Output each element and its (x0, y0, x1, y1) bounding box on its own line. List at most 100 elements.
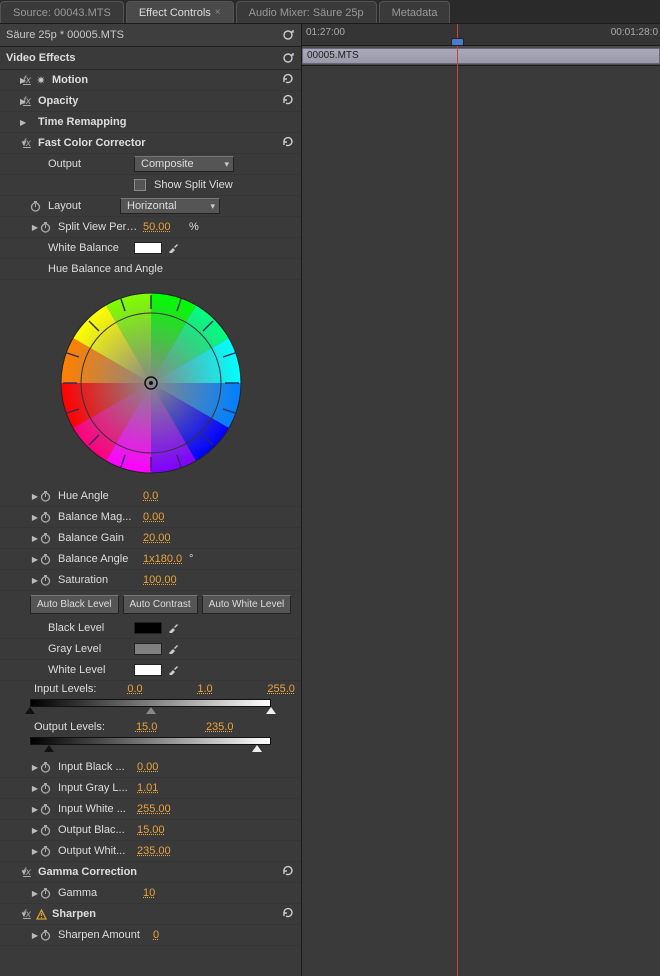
output-levels-slider[interactable] (30, 737, 271, 751)
close-icon[interactable]: × (215, 7, 221, 18)
eyedropper-icon[interactable] (168, 664, 180, 676)
split-pct-value[interactable]: 50.00 (140, 221, 190, 233)
fx-icon[interactable]: fx (20, 75, 34, 86)
stopwatch-icon[interactable] (40, 553, 54, 565)
twirl-icon[interactable] (4, 97, 20, 106)
auto-contrast-button[interactable]: Auto Contrast (123, 595, 198, 614)
color-wheel[interactable] (0, 280, 301, 486)
stopwatch-icon[interactable] (40, 824, 54, 836)
twirl-icon[interactable] (30, 847, 40, 856)
content-area: Säure 25p * 00005.MTS Video Effects fx ✷… (0, 24, 660, 976)
input-levels-white[interactable]: 255.0 (264, 683, 302, 695)
balance-angle-value[interactable]: 1x180.0 (140, 553, 190, 565)
effect-time-remapping[interactable]: Time Remapping (0, 112, 301, 133)
input-black-value[interactable]: 0.00 (134, 761, 184, 773)
effect-sharpen[interactable]: fx Sharpen (0, 904, 301, 925)
effect-opacity[interactable]: fx Opacity (0, 91, 301, 112)
input-levels-black[interactable]: 0.0 (124, 683, 174, 695)
twirl-icon[interactable] (30, 492, 40, 501)
fx-icon[interactable]: fx (20, 909, 34, 920)
fx-icon[interactable]: fx (20, 96, 34, 107)
fx-icon[interactable]: fx (20, 138, 34, 149)
fx-icon[interactable]: fx (20, 867, 34, 878)
gray-level-swatch[interactable] (134, 643, 162, 655)
stopwatch-icon[interactable] (40, 929, 54, 941)
output-levels-black[interactable]: 15.0 (133, 721, 183, 733)
stopwatch-icon[interactable] (40, 803, 54, 815)
stopwatch-icon[interactable] (40, 782, 54, 794)
eyedropper-icon[interactable] (168, 622, 180, 634)
twirl-icon[interactable] (4, 910, 20, 919)
twirl-icon[interactable] (30, 931, 40, 940)
twirl-icon[interactable] (30, 223, 40, 232)
playhead[interactable] (457, 24, 458, 976)
stopwatch-icon[interactable] (40, 845, 54, 857)
white-level-swatch[interactable] (134, 664, 162, 676)
eyedropper-icon[interactable] (168, 643, 180, 655)
white-balance-swatch[interactable] (134, 242, 162, 254)
twirl-icon[interactable] (30, 889, 40, 898)
black-level-swatch[interactable] (134, 622, 162, 634)
param-white-balance: White Balance (0, 238, 301, 259)
section-toggle-icon[interactable] (281, 51, 295, 65)
twirl-icon[interactable] (30, 555, 40, 564)
tab-metadata[interactable]: Metadata (379, 1, 451, 23)
twirl-icon[interactable] (30, 805, 40, 814)
time-ruler[interactable]: 01:27:00 00:01:28:0 (302, 24, 660, 46)
twirl-icon[interactable] (4, 868, 20, 877)
effect-motion[interactable]: fx ✷ Motion (0, 70, 301, 91)
playhead-handle-icon[interactable] (451, 38, 464, 46)
clip-bar[interactable]: 00005.MTS (302, 48, 660, 64)
auto-black-level-button[interactable]: Auto Black Level (30, 595, 119, 614)
output-black-value[interactable]: 15.00 (134, 824, 184, 836)
input-levels-slider[interactable] (30, 699, 271, 713)
stopwatch-icon[interactable] (40, 887, 54, 899)
tab-audio-mixer[interactable]: Audio Mixer: Säure 25p (236, 1, 377, 23)
twirl-icon[interactable] (30, 513, 40, 522)
reset-icon[interactable] (279, 94, 297, 109)
twirl-icon[interactable] (4, 118, 20, 127)
reset-icon[interactable] (279, 136, 297, 151)
tab-effect-controls[interactable]: Effect Controls × (126, 1, 234, 23)
effect-fast-color-corrector[interactable]: fx Fast Color Corrector (0, 133, 301, 154)
fcc-title: Fast Color Corrector (34, 137, 279, 149)
stopwatch-icon[interactable] (40, 511, 54, 523)
reset-icon[interactable] (279, 865, 297, 880)
saturation-value[interactable]: 100.00 (140, 574, 190, 586)
input-levels-gray[interactable]: 1.0 (194, 683, 244, 695)
reset-icon[interactable] (279, 907, 297, 922)
stopwatch-icon[interactable] (40, 761, 54, 773)
input-gray-value[interactable]: 1.01 (134, 782, 184, 794)
auto-white-level-button[interactable]: Auto White Level (202, 595, 292, 614)
output-levels-white[interactable]: 235.0 (203, 721, 253, 733)
panel-menu-icon[interactable] (281, 28, 295, 42)
twirl-icon[interactable] (4, 139, 20, 148)
tab-source[interactable]: Source: 00043.MTS (0, 1, 124, 23)
stopwatch-icon[interactable] (40, 532, 54, 544)
twirl-icon[interactable] (30, 576, 40, 585)
stopwatch-icon[interactable] (40, 221, 54, 233)
twirl-icon[interactable] (30, 826, 40, 835)
gamma-label: Gamma (54, 887, 140, 899)
balance-mag-value[interactable]: 0.00 (140, 511, 190, 523)
gamma-value[interactable]: 10 (140, 887, 190, 899)
stopwatch-icon[interactable] (30, 200, 44, 212)
sharpen-amount-value[interactable]: 0 (150, 929, 200, 941)
keyframe-timeline[interactable]: 01:27:00 00:01:28:0 00005.MTS (302, 24, 660, 976)
eyedropper-icon[interactable] (168, 242, 180, 254)
stopwatch-icon[interactable] (40, 490, 54, 502)
output-dropdown[interactable]: Composite (134, 156, 234, 172)
effect-gamma-correction[interactable]: fx Gamma Correction (0, 862, 301, 883)
show-split-checkbox[interactable] (134, 179, 146, 191)
twirl-icon[interactable] (30, 534, 40, 543)
hue-angle-value[interactable]: 0.0 (140, 490, 190, 502)
twirl-icon[interactable] (30, 763, 40, 772)
twirl-icon[interactable] (30, 784, 40, 793)
stopwatch-icon[interactable] (40, 574, 54, 586)
reset-icon[interactable] (279, 73, 297, 88)
layout-dropdown[interactable]: Horizontal (120, 198, 220, 214)
twirl-icon[interactable] (4, 76, 20, 85)
output-white-value[interactable]: 235.00 (134, 845, 184, 857)
balance-gain-value[interactable]: 20.00 (140, 532, 190, 544)
input-white-value[interactable]: 255.00 (134, 803, 184, 815)
